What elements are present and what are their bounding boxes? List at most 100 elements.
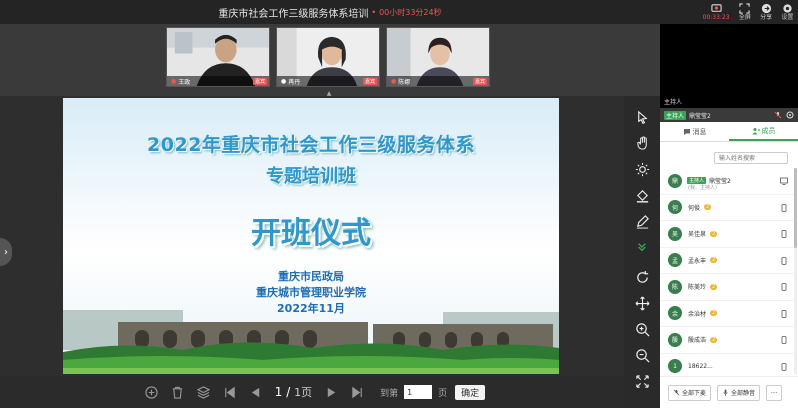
gear-icon bbox=[783, 4, 792, 13]
chat-icon bbox=[683, 128, 690, 135]
next-page-button[interactable] bbox=[324, 385, 338, 399]
member-count-badge: 2 bbox=[710, 336, 718, 343]
pager-bar: 1 / 1页 到第 页 确定 bbox=[0, 376, 624, 408]
member-row[interactable]: 陈 陈美玲 2 bbox=[660, 274, 794, 301]
slide-title-line1: 2022年重庆市社会工作三级服务体系 bbox=[147, 134, 475, 156]
fit-screen-tool[interactable] bbox=[631, 370, 653, 392]
zoom-in-icon bbox=[635, 322, 649, 336]
host-video-label: 主持人 bbox=[664, 99, 683, 106]
move-tool[interactable] bbox=[631, 292, 653, 314]
select-tool[interactable] bbox=[631, 106, 653, 128]
member-subtitle: (我、主持人) bbox=[688, 185, 717, 191]
member-count-badge: 2 bbox=[710, 230, 718, 237]
add-circle-icon bbox=[145, 385, 158, 399]
member-count-badge: 2 bbox=[710, 257, 718, 264]
fullscreen-control[interactable]: 全屏 bbox=[739, 3, 751, 21]
member-row[interactable]: 何 何俊 2 bbox=[660, 195, 794, 221]
phone-icon bbox=[780, 230, 788, 238]
member-row[interactable]: 鼎 主持人 鼎莹莹2 (我、主持人) bbox=[660, 168, 794, 195]
member-name: 吴佳泉 bbox=[688, 231, 707, 239]
first-page-button[interactable] bbox=[223, 385, 237, 399]
settings-control[interactable]: 设置 bbox=[781, 3, 793, 21]
member-list: 鼎 主持人 鼎莹莹2 (我、主持人) 何 何俊 2 吴 吴佳泉 2 孟 孟永丰 bbox=[660, 168, 794, 374]
page-sep: / bbox=[286, 385, 291, 399]
tab-members[interactable]: 成员 bbox=[729, 122, 798, 141]
delete-page-button[interactable] bbox=[171, 385, 185, 399]
fill-tool[interactable] bbox=[631, 184, 653, 206]
paint-bucket-icon bbox=[636, 189, 648, 203]
member-row[interactable]: 殷 殷成浩 2 bbox=[660, 327, 794, 354]
mute-all-audio-label: 全部静音 bbox=[731, 390, 756, 397]
phone-icon bbox=[780, 309, 788, 318]
goto-page-input[interactable] bbox=[404, 385, 433, 399]
goto-label: 到第 bbox=[380, 388, 399, 399]
mic-icon bbox=[723, 389, 728, 396]
laser-pointer-icon bbox=[635, 162, 649, 176]
meeting-app: 重庆市社会工作三级服务体系培训 • 00小时33分24秒 00:33:23 全屏… bbox=[0, 0, 798, 408]
member-name: 余治材 bbox=[688, 310, 707, 318]
layers-button[interactable] bbox=[197, 385, 211, 399]
more-button[interactable]: ··· bbox=[766, 384, 783, 401]
laser-tool[interactable] bbox=[631, 158, 653, 180]
panel-actions: 全部下麦 全部静音 ··· bbox=[660, 376, 798, 408]
phone-icon bbox=[780, 283, 788, 291]
mic-muted-icon[interactable] bbox=[774, 111, 782, 119]
phone-icon bbox=[780, 256, 788, 265]
host-video[interactable]: 主持人 bbox=[660, 24, 798, 108]
mute-all-video-button[interactable]: 全部下麦 bbox=[668, 384, 712, 401]
slide-title-line2: 专题培训班 bbox=[266, 166, 356, 187]
member-name: 陈美玲 bbox=[688, 284, 707, 292]
fullscreen-icon bbox=[739, 3, 750, 14]
add-page-button[interactable] bbox=[145, 385, 159, 399]
layers-icon bbox=[197, 385, 211, 399]
host-controls bbox=[774, 111, 794, 119]
last-page-button[interactable] bbox=[350, 385, 364, 399]
zoom-out-tool[interactable] bbox=[631, 344, 653, 366]
member-row[interactable]: 孟 孟永丰 2 bbox=[660, 248, 794, 274]
avatar: 孟 bbox=[668, 253, 682, 268]
hand-tool[interactable] bbox=[631, 132, 653, 154]
share-icon bbox=[761, 3, 771, 14]
rotate-tool[interactable] bbox=[631, 266, 653, 288]
zoom-out-icon bbox=[635, 348, 649, 362]
scrollbar-thumb[interactable] bbox=[794, 168, 797, 248]
triangle-right-icon bbox=[327, 387, 335, 397]
member-search-input[interactable] bbox=[714, 152, 788, 164]
pen-tool[interactable] bbox=[631, 210, 653, 232]
participant-video[interactable]: ● 王政 嘉宾 bbox=[166, 27, 270, 87]
avatar: 陈 bbox=[668, 279, 682, 294]
slide-building-image bbox=[63, 310, 559, 374]
participant-video[interactable]: ● 苒丹 嘉宾 bbox=[276, 27, 380, 87]
video-caption: ● 王政 嘉宾 bbox=[167, 76, 269, 86]
record-icon bbox=[710, 4, 722, 12]
member-list-scrollbar[interactable] bbox=[794, 168, 797, 374]
zoom-in-tool[interactable] bbox=[631, 318, 653, 340]
meeting-title: 重庆市社会工作三级服务体系培训 bbox=[218, 8, 369, 20]
meeting-timer: 00小时33分24秒 bbox=[379, 7, 442, 17]
top-controls: 00:33:23 全屏 分享 设置 bbox=[698, 0, 798, 24]
member-count-badge: 2 bbox=[710, 310, 718, 317]
side-panel: 主持人 主持人 鼎莹莹2 消息 成员 鼎 主持人 bbox=[660, 24, 798, 408]
mute-all-video-label: 全部下麦 bbox=[682, 390, 707, 397]
mute-all-audio-button[interactable]: 全部静音 bbox=[717, 384, 761, 401]
pen-icon bbox=[636, 214, 649, 229]
member-row[interactable]: 余 余治材 2 bbox=[660, 301, 794, 327]
avatar: 余 bbox=[668, 306, 682, 321]
record-control[interactable]: 00:33:23 bbox=[703, 3, 730, 21]
participant-video[interactable]: ● 陈娜 嘉宾 bbox=[386, 27, 490, 87]
top-right-spacer bbox=[660, 0, 698, 24]
camera-icon[interactable] bbox=[786, 111, 794, 119]
prev-page-button[interactable] bbox=[249, 385, 263, 399]
expand-tools-button[interactable] bbox=[631, 236, 653, 258]
avatar: 1 bbox=[668, 359, 682, 374]
member-row[interactable]: 1 18622... bbox=[660, 354, 794, 375]
member-row[interactable]: 吴 吴佳泉 2 bbox=[660, 221, 794, 248]
video-caption: ● 陈娜 嘉宾 bbox=[387, 76, 489, 86]
mic-icon: ● bbox=[281, 77, 287, 85]
share-control[interactable]: 分享 bbox=[760, 3, 772, 21]
member-name: 何俊 bbox=[688, 204, 701, 212]
triangle-left-icon bbox=[252, 387, 260, 397]
tab-messages[interactable]: 消息 bbox=[660, 122, 729, 141]
annotation-toolbar bbox=[624, 96, 660, 408]
confirm-button[interactable]: 确定 bbox=[455, 384, 486, 400]
